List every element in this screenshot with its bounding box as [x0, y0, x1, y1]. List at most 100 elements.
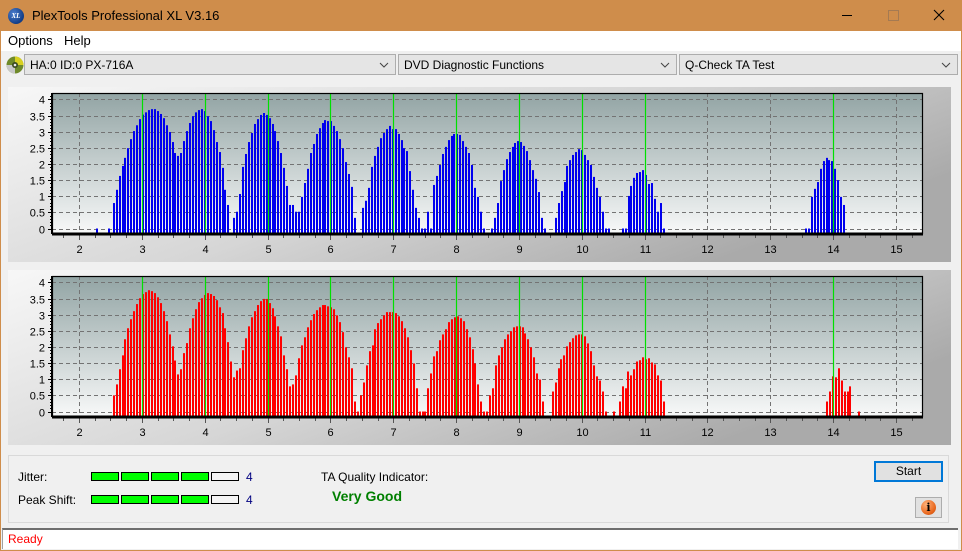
bar — [412, 189, 414, 234]
bar — [539, 379, 541, 417]
minimize-button[interactable] — [824, 0, 870, 31]
info-button[interactable]: i — [915, 497, 942, 518]
bar — [277, 326, 279, 417]
bar — [651, 362, 653, 417]
bar — [233, 217, 235, 234]
menu-options[interactable]: Options — [8, 31, 53, 51]
x-tick-label: 3 — [139, 244, 145, 256]
y-tick-label: 0.5 — [30, 391, 45, 403]
bar — [272, 123, 274, 234]
bar — [569, 160, 571, 234]
y-tick-label: 1 — [39, 375, 45, 387]
bar — [304, 337, 306, 417]
jitter-meter — [91, 472, 241, 481]
bar — [163, 118, 165, 234]
bar — [177, 155, 179, 234]
bar — [298, 211, 300, 234]
bar — [506, 159, 508, 234]
bar — [169, 132, 171, 234]
bar — [189, 123, 191, 234]
bar — [535, 178, 537, 234]
x-tick-label: 5 — [265, 244, 271, 256]
bar — [439, 340, 441, 417]
test-select[interactable]: Q-Check TA Test — [679, 54, 958, 75]
x-tick-label: 9 — [516, 427, 522, 439]
bar — [295, 375, 297, 417]
bar — [133, 131, 135, 234]
bar — [433, 356, 435, 417]
meter-segment — [151, 472, 179, 481]
maximize-button[interactable] — [870, 0, 916, 31]
bar — [154, 293, 156, 417]
bar — [242, 166, 244, 234]
bar — [151, 109, 153, 234]
bar — [239, 368, 241, 417]
bar — [590, 351, 592, 417]
bar — [319, 128, 321, 234]
bar — [301, 345, 303, 417]
bar — [160, 303, 162, 417]
bar — [354, 217, 356, 234]
bar — [840, 196, 842, 234]
x-tick-label: 2 — [76, 427, 82, 439]
bar — [289, 204, 291, 234]
bar — [257, 119, 259, 234]
bar — [169, 334, 171, 417]
bar — [227, 342, 229, 417]
bar — [148, 290, 150, 417]
close-button[interactable] — [916, 0, 962, 31]
bar — [254, 311, 256, 417]
bar — [192, 318, 194, 417]
bar — [826, 157, 828, 234]
bar — [648, 358, 650, 417]
menu-help[interactable]: Help — [64, 31, 91, 51]
y-tick-label: 2 — [39, 343, 45, 355]
bar — [633, 369, 635, 417]
bar — [230, 361, 232, 417]
bar — [183, 141, 185, 234]
bar — [224, 328, 226, 417]
bar — [471, 164, 473, 234]
bar — [820, 168, 822, 234]
bar — [468, 153, 470, 234]
bar — [526, 151, 528, 234]
y-tick-label: 3 — [39, 311, 45, 323]
bar — [838, 368, 840, 417]
bar — [401, 140, 403, 234]
bar — [365, 200, 367, 234]
bar — [823, 161, 825, 234]
drive-select[interactable]: HA:0 ID:0 PX-716A — [24, 54, 396, 75]
bar — [189, 328, 191, 417]
bar — [127, 148, 129, 234]
bar — [639, 172, 641, 234]
bar — [198, 302, 200, 417]
bar — [354, 401, 356, 417]
bar — [166, 321, 168, 417]
bar — [514, 143, 516, 234]
bar — [564, 182, 566, 234]
bar — [145, 292, 147, 417]
bar — [351, 368, 353, 417]
x-tick-label: 11 — [640, 427, 651, 439]
bar — [536, 373, 538, 417]
function-select[interactable]: DVD Diagnostic Functions — [398, 54, 677, 75]
bar — [811, 196, 813, 234]
bar — [474, 187, 476, 234]
bar — [277, 141, 279, 234]
bar — [174, 153, 176, 234]
bar — [453, 133, 455, 234]
bar — [409, 171, 411, 234]
bar — [622, 386, 624, 417]
bar — [248, 142, 250, 234]
bar — [251, 133, 253, 234]
bar — [572, 154, 574, 234]
bar — [269, 118, 271, 234]
bar — [516, 326, 518, 417]
bar — [522, 327, 524, 417]
bar — [454, 317, 456, 417]
bar — [286, 185, 288, 234]
meter-segment — [181, 472, 209, 481]
start-button[interactable]: Start — [874, 461, 943, 482]
y-tick-label: 0 — [39, 408, 45, 420]
bar — [445, 146, 447, 234]
